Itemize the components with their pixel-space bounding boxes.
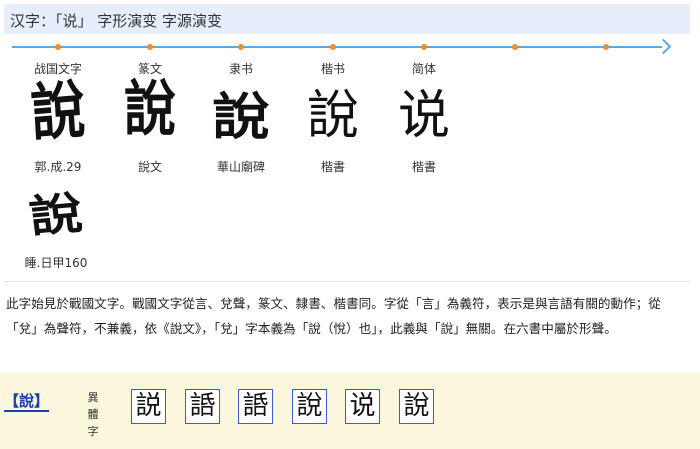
divider (4, 281, 690, 282)
glyph-warring-states: 說 (28, 72, 88, 150)
timeline-dot (603, 44, 609, 50)
glyph-simplified: 说 (397, 86, 450, 146)
glyph-clerical: 說 (212, 88, 270, 146)
timeline-dot (512, 44, 518, 50)
variant-glyph-button[interactable]: 说 (345, 389, 380, 424)
glyph-seal: 說 (123, 74, 176, 145)
variant-bar: 【說】 異體字 説 䛡 䛡 說 说 說 (0, 373, 700, 449)
era-label-regular: 楷书 (320, 62, 345, 76)
variant-glyph-button[interactable]: 說 (399, 389, 434, 424)
variant-label: 異體字 (87, 391, 99, 438)
source-simplified: 楷書 (411, 160, 436, 174)
timeline-arrow-icon (655, 38, 672, 55)
source-extra: 睡.日甲160 (24, 256, 88, 270)
variant-glyph-button[interactable]: 䛡 (185, 389, 220, 424)
source-seal: 說文 (137, 160, 162, 174)
source-clerical: 華山廟碑 (216, 160, 265, 174)
era-label-clerical: 隶书 (228, 62, 253, 76)
timeline-dot (238, 44, 244, 50)
glyph-extra: 說 (26, 187, 86, 244)
description-text: 此字始見於戰國文字。戰國文字從言、兌聲，篆文、隸書、楷書同。字從「言」為義符，表… (6, 296, 661, 336)
character-link[interactable]: 【說】 (4, 393, 50, 412)
timeline (12, 38, 672, 56)
title-bar: 汉字：「说」 字形演变 字源演变 (4, 4, 690, 34)
timeline-dot (330, 44, 336, 50)
variant-glyph-button[interactable]: 說 (292, 389, 327, 424)
variant-glyph-button[interactable]: 䛡 (238, 389, 273, 424)
timeline-dot (421, 44, 427, 50)
source-warring-states: 郭.成.29 (34, 160, 82, 174)
page-title: 汉字：「说」 字形演变 字源演变 (10, 12, 223, 30)
timeline-dot (55, 44, 61, 50)
glyph-regular: 說 (306, 86, 359, 146)
era-label-simplified: 简体 (411, 62, 436, 76)
timeline-dot (147, 44, 153, 50)
variant-glyph-button[interactable]: 説 (131, 389, 166, 424)
timeline-line (12, 46, 662, 48)
source-regular: 楷書 (320, 160, 345, 174)
